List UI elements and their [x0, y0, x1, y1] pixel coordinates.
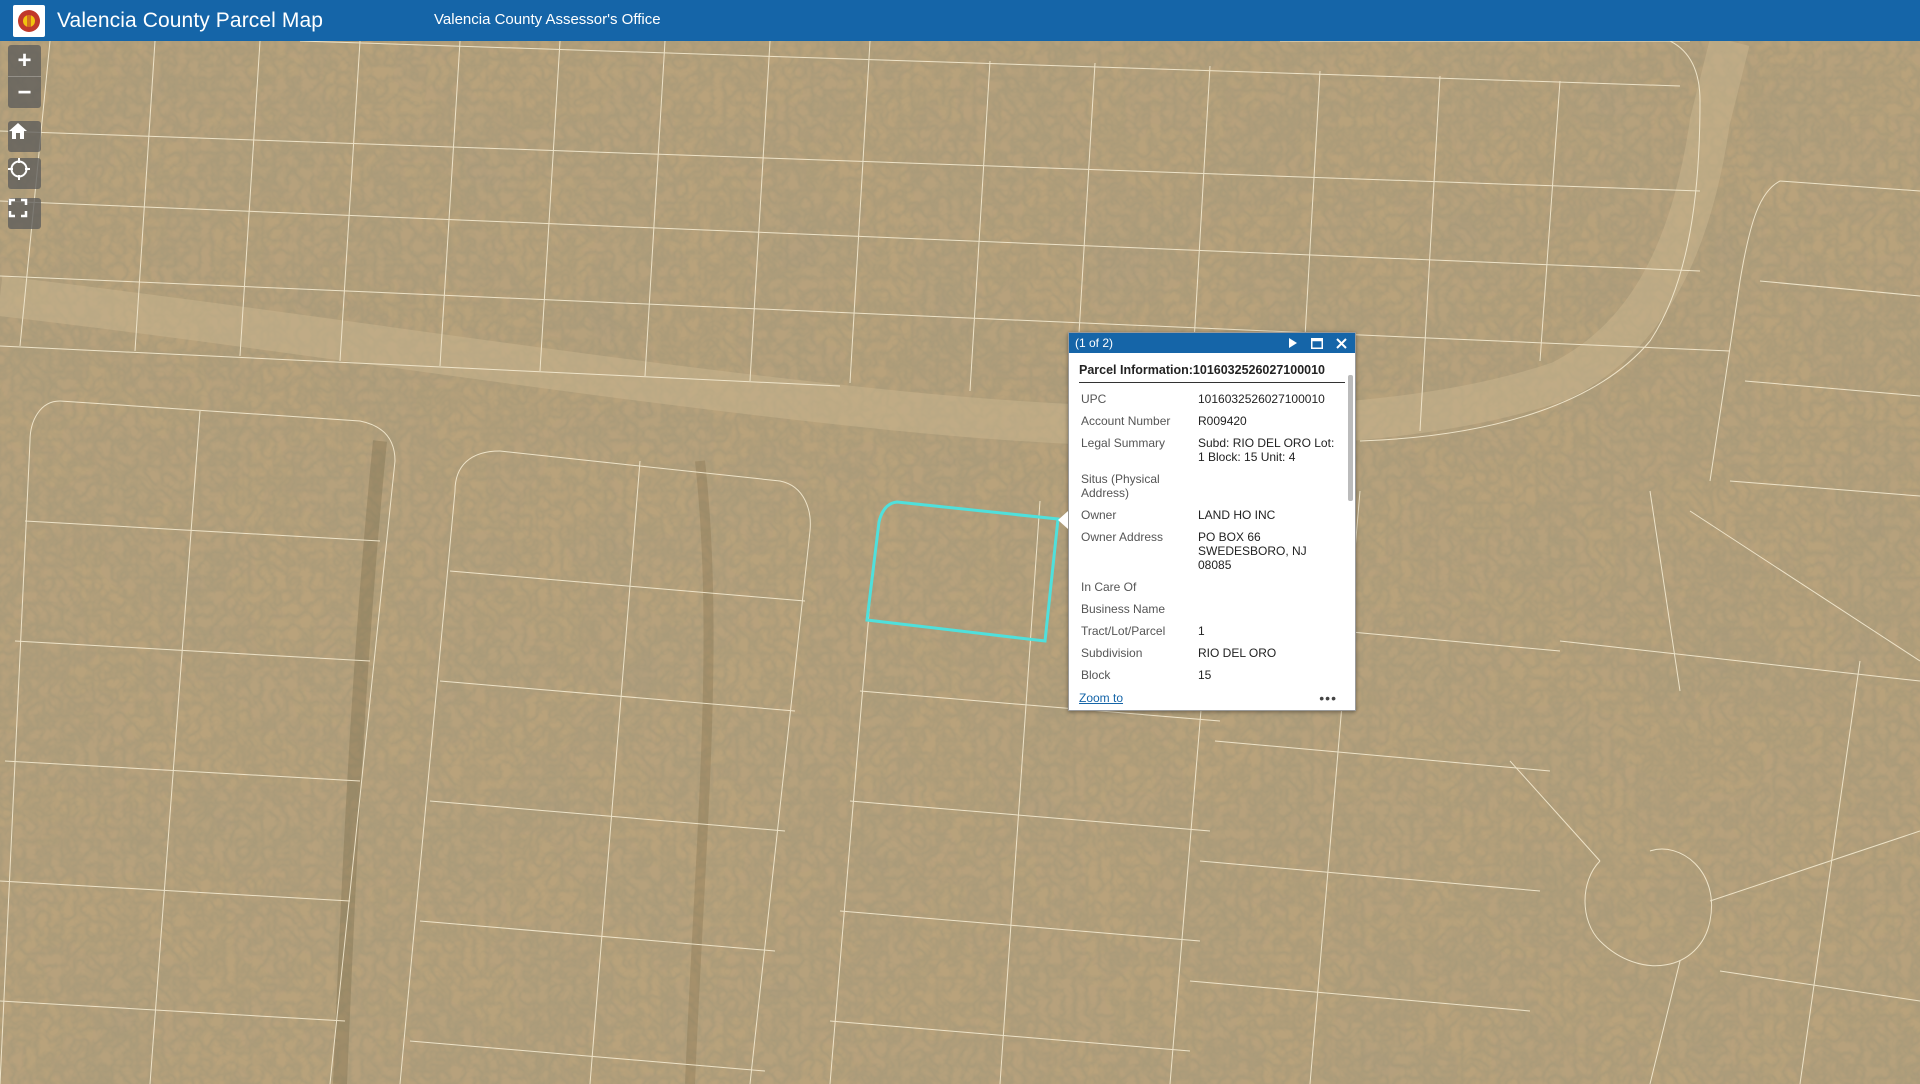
field-value: 15	[1198, 668, 1212, 682]
field-value: R009420	[1198, 414, 1247, 428]
locate-control	[8, 158, 41, 189]
field-label: UPC	[1081, 392, 1107, 406]
field-value: RIO DEL ORO	[1198, 646, 1277, 660]
zoom-in-button[interactable]: +	[8, 45, 41, 76]
map-view[interactable]: + −	[0, 41, 1920, 1084]
field-value	[1198, 599, 1338, 621]
field-value: PO BOX 66 SWEDESBORO, NJ 08085	[1198, 530, 1307, 572]
fullscreen-button[interactable]	[8, 198, 41, 229]
field-label: Legal Summary	[1081, 436, 1166, 450]
popup-pointer	[1058, 511, 1068, 529]
field-value	[1198, 577, 1338, 599]
field-label: Situs (Physical Address)	[1081, 472, 1160, 500]
plus-icon: +	[17, 46, 32, 74]
table-row: In Care Of	[1081, 577, 1338, 599]
minus-icon: −	[17, 78, 32, 106]
table-row: UPC 1016032526027100010	[1081, 389, 1338, 411]
locate-button[interactable]	[8, 158, 41, 189]
field-label: In Care Of	[1081, 580, 1137, 594]
popup-header: (1 of 2)	[1069, 333, 1355, 353]
zoom-controls: + −	[8, 45, 41, 108]
parcel-popup: (1 of 2) Parcel Information:101603252602…	[1068, 332, 1356, 711]
field-value: LAND HO INC	[1198, 508, 1276, 522]
popup-scrollbar[interactable]	[1348, 375, 1353, 501]
table-row: Owner LAND HO INC	[1081, 505, 1338, 527]
field-value: 1	[1198, 624, 1205, 638]
maximize-button[interactable]	[1309, 335, 1325, 351]
play-next-icon	[1289, 338, 1297, 348]
zoom-to-link[interactable]: Zoom to	[1079, 691, 1123, 705]
zoom-out-button[interactable]: −	[8, 76, 41, 108]
fullscreen-control	[8, 198, 41, 229]
table-row: Owner Address PO BOX 66 SWEDESBORO, NJ 08…	[1081, 527, 1338, 577]
home-control	[8, 121, 41, 152]
field-label: Business Name	[1081, 602, 1166, 616]
home-icon	[9, 123, 27, 139]
field-label: Owner	[1081, 508, 1117, 522]
field-label: Account Number	[1081, 414, 1171, 428]
close-icon	[1335, 337, 1347, 349]
popup-title: Parcel Information:1016032526027100010	[1079, 363, 1345, 383]
more-actions-button[interactable]: •••	[1319, 690, 1337, 706]
home-button[interactable]	[8, 121, 41, 152]
field-value: 1016032526027100010	[1198, 392, 1325, 406]
table-row: Account Number R009420	[1081, 411, 1338, 433]
popup-pager: (1 of 2)	[1075, 336, 1114, 350]
locate-icon	[8, 158, 30, 180]
field-value	[1198, 469, 1338, 505]
table-row: Block 15	[1081, 665, 1338, 687]
app-title: Valencia County Parcel Map	[57, 8, 324, 32]
app-subtitle: Valencia County Assessor's Office	[434, 11, 661, 28]
fullscreen-icon	[8, 198, 28, 218]
table-row: Business Name	[1081, 599, 1338, 621]
maximize-icon	[1311, 337, 1323, 349]
table-row: Subdivision RIO DEL ORO	[1081, 643, 1338, 665]
field-label: Block	[1081, 668, 1111, 682]
field-label: Owner Address	[1081, 530, 1164, 544]
parcel-map-layer	[0, 41, 1920, 1084]
table-row: Situs (Physical Address)	[1081, 469, 1338, 505]
field-label: Tract/Lot/Parcel	[1081, 624, 1166, 638]
table-row: Legal Summary Subd: RIO DEL ORO Lot: 1 Bl…	[1081, 433, 1338, 469]
attribute-table: UPC 1016032526027100010 Account Number R00…	[1081, 389, 1338, 687]
close-button[interactable]	[1333, 335, 1349, 351]
field-value: Subd: RIO DEL ORO Lot: 1 Block: 15 Unit:…	[1198, 436, 1335, 464]
field-label: Subdivision	[1081, 646, 1143, 660]
next-feature-button[interactable]	[1285, 335, 1301, 351]
popup-body[interactable]: Parcel Information:1016032526027100010 U…	[1069, 353, 1355, 710]
app-header: Valencia County Parcel Map Valencia Coun…	[0, 0, 1920, 41]
county-logo	[13, 4, 45, 37]
table-row: Tract/Lot/Parcel 1	[1081, 621, 1338, 643]
